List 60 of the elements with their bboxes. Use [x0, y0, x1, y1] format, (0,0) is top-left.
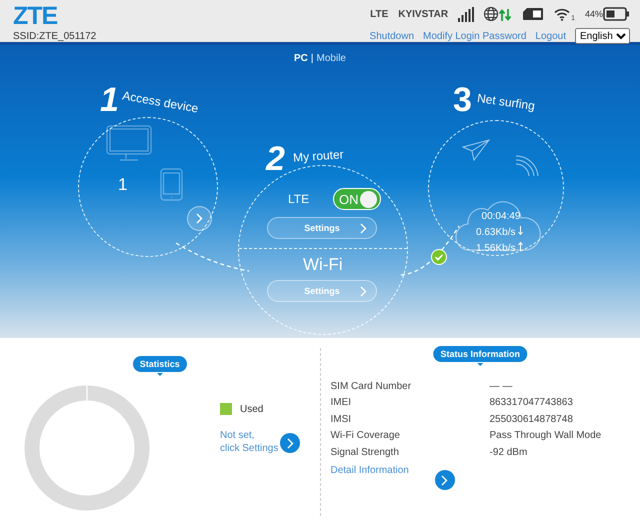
logo: ZTE	[13, 3, 58, 29]
info-value: -92 dBm	[490, 446, 528, 460]
step-title: Access device	[121, 88, 200, 116]
info-label: Signal Strength	[330, 444, 490, 460]
download-speed: 0.63Kb/s	[476, 225, 524, 241]
info-label: IMSI	[330, 412, 352, 427]
chevron-icon	[360, 286, 367, 297]
chevron-icon	[196, 213, 203, 224]
language-select[interactable]: English	[575, 28, 630, 44]
battery-icon	[603, 7, 630, 21]
device-arrow-button[interactable]	[187, 206, 212, 231]
step-title: My router	[292, 147, 344, 165]
network-type: LTE	[370, 8, 388, 20]
upload-speed: 1.56Kb/s	[476, 241, 524, 257]
operator-name: KYIVSTAR	[398, 8, 448, 20]
legend-label: Used	[240, 404, 264, 414]
header-link[interactable]: Shutdown	[370, 30, 414, 42]
toggle-switch-on[interactable]: ON	[333, 188, 381, 210]
settings-arrow-button[interactable]	[280, 433, 300, 453]
download-arrow-icon	[518, 226, 524, 235]
info-label: IMEI	[330, 394, 490, 411]
step-number: 2	[266, 142, 285, 176]
info-value: — —	[490, 380, 514, 394]
signal-waves-icon	[515, 155, 539, 177]
upload-arrow-icon	[518, 242, 524, 251]
paper-plane-icon	[462, 139, 490, 161]
step-title: Net surfing	[476, 91, 536, 113]
phone-icon	[160, 168, 183, 201]
connection-duration: 00:04:49	[480, 210, 522, 224]
info-value: 255030614878748	[490, 412, 574, 427]
chevron-icon	[286, 438, 294, 448]
info-label: SIM Card Number	[330, 378, 490, 394]
view-switch-link[interactable]: Mobile	[316, 53, 346, 64]
globe-transfer-icon	[484, 6, 512, 22]
usage-hint: Not set, click Settings	[220, 429, 278, 455]
step-number: 3	[453, 83, 472, 117]
monitor-icon	[106, 125, 152, 162]
detail-arrow-button[interactable]	[434, 470, 454, 490]
view-switch-link[interactable]: PC	[294, 53, 308, 64]
header-link[interactable]: Logout	[535, 30, 566, 42]
ssid-label: SSID:ZTE_051172	[13, 31, 96, 42]
info-label: Wi-Fi Coverage	[330, 429, 401, 444]
step-number: 1	[100, 83, 119, 117]
info-value: Pass Through Wall Mode	[490, 429, 602, 444]
chevron-icon	[360, 223, 367, 234]
battery-percent: 44%	[584, 9, 603, 19]
signal-icon	[458, 6, 474, 22]
wifi-settings-button[interactable]: Settings	[267, 280, 377, 302]
info-value: 863317047743863	[490, 396, 574, 410]
detail-information-link[interactable]: Detail Information	[330, 465, 409, 476]
wifi-icon	[554, 7, 570, 21]
connector-line	[400, 225, 460, 277]
wifi-label: Wi-Fi	[303, 255, 343, 275]
lte-label: LTE	[288, 192, 310, 206]
header-link[interactable]: Modify Login Password	[423, 30, 526, 42]
chevron-icon	[441, 474, 448, 486]
sim-card-icon	[522, 7, 544, 21]
device-count: 1	[118, 175, 128, 195]
lte-settings-button[interactable]: Settings	[267, 217, 377, 239]
view-separator: |	[310, 53, 314, 64]
